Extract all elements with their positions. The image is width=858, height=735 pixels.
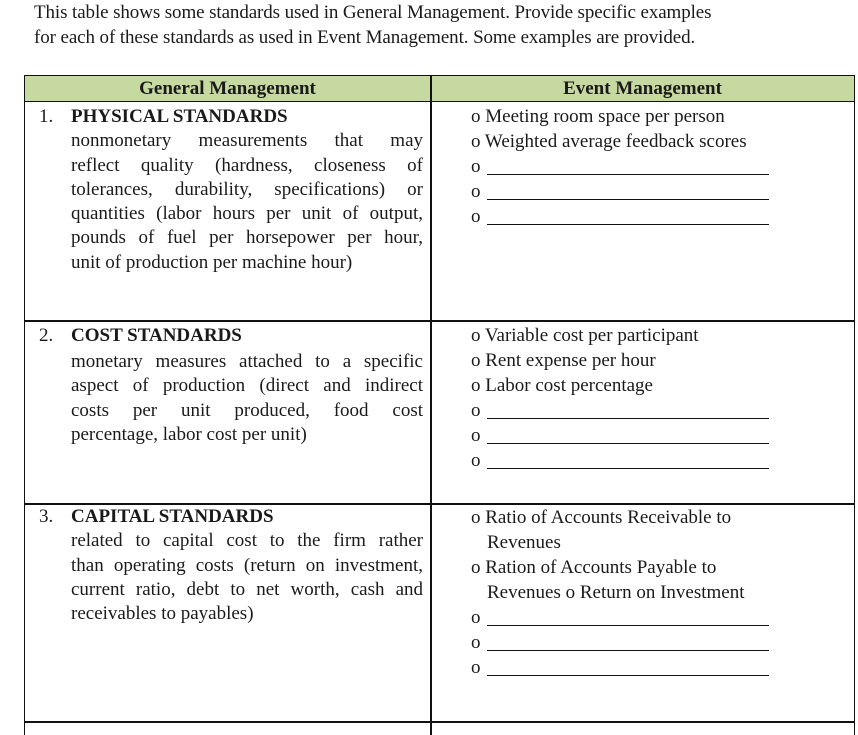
row-description: nonmonetary measurements that may reflec…: [71, 129, 423, 275]
description-line: related to capital cost to the firm rath…: [71, 530, 423, 552]
example-item: o Labor cost percentage: [471, 375, 653, 396]
example-item: o Rent expense per hour: [471, 350, 656, 371]
description-line: receivables to payables): [71, 603, 254, 625]
blank-line: [487, 650, 769, 652]
standards-table: General Management Event Management 1. P…: [24, 75, 855, 735]
blank-line: [487, 625, 769, 627]
row-title: CAPITAL STANDARDS: [71, 506, 274, 527]
blank-example-field[interactable]: o: [471, 204, 851, 229]
row-divider: [25, 721, 854, 723]
column-divider: [430, 75, 432, 735]
description-line: costs per unit produced, food cost: [71, 399, 423, 421]
bullet: o: [471, 450, 481, 471]
table-header-row: General Management Event Management: [25, 75, 854, 102]
row-divider: [25, 320, 854, 322]
row-capital-standards-right: o Ratio of Accounts Receivable to Revenu…: [471, 505, 851, 680]
blank-example-field[interactable]: o: [471, 398, 851, 423]
blank-line: [487, 174, 769, 176]
row-physical-standards-right: o Meeting room space per person o Weight…: [471, 104, 851, 229]
row-number: 1.: [39, 106, 54, 127]
blank-example-field[interactable]: o: [471, 655, 851, 680]
blank-line: [487, 675, 769, 677]
blank-line: [487, 443, 769, 445]
example-item: o Ration of Accounts Payable to Revenues…: [471, 557, 745, 603]
example-item: o Ratio of Accounts Receivable to Revenu…: [471, 507, 732, 553]
blank-example-field[interactable]: o: [471, 448, 851, 473]
row-number: 2.: [39, 325, 54, 346]
blank-example-field[interactable]: o: [471, 630, 851, 655]
bullet: o: [471, 632, 481, 653]
bullet: o: [471, 400, 481, 421]
example-item: o Variable cost per participant: [471, 325, 699, 346]
blank-example-field[interactable]: o: [471, 423, 851, 448]
example-item: o Meeting room space per person: [471, 106, 725, 127]
blank-line: [487, 468, 769, 470]
blank-line: [487, 224, 769, 226]
blank-example-field[interactable]: o: [471, 154, 851, 179]
bullet: o: [471, 425, 481, 446]
bullet: o: [471, 657, 481, 678]
row-description: related to capital cost to the firm rath…: [71, 529, 423, 626]
row-cost-standards-right: o Variable cost per participant o Rent e…: [471, 323, 851, 473]
description-line: quantities (labor hours per unit of outp…: [71, 203, 423, 225]
bullet: o: [471, 156, 481, 177]
description-line: nonmonetary measurements that may: [71, 130, 423, 152]
bullet: o: [471, 607, 481, 628]
description-line: pounds of fuel per horsepower per hour,: [71, 227, 423, 249]
header-general-management: General Management: [139, 78, 316, 99]
description-line: percentage, labor cost per unit): [71, 423, 307, 445]
description-line: than operating costs (return on investme…: [71, 554, 423, 576]
description-line: unit of production per machine hour): [71, 251, 353, 273]
description-line: monetary measures attached to a specific: [71, 351, 423, 372]
row-number: 3.: [39, 506, 54, 527]
description-line: tolerances, durability, specifications) …: [71, 178, 423, 200]
bullet: o: [471, 181, 481, 202]
instructions-line-1: This table shows some standards used in …: [34, 2, 712, 23]
description-line: current ratio, debt to net worth, cash a…: [71, 578, 423, 600]
example-item: o Weighted average feedback scores: [471, 131, 747, 152]
instructions-line-2: for each of these standards as used in E…: [34, 27, 696, 48]
row-title: PHYSICAL STANDARDS: [71, 106, 288, 127]
row-description: monetary measures attached to a specific…: [71, 350, 423, 447]
blank-example-field[interactable]: o: [471, 605, 851, 630]
bullet: o: [471, 206, 481, 227]
row-title: COST STANDARDS: [71, 325, 242, 346]
description-line: aspect of production (direct and indirec…: [71, 375, 423, 397]
blank-example-field[interactable]: o: [471, 179, 851, 204]
header-event-management: Event Management: [563, 78, 722, 99]
blank-line: [487, 199, 769, 201]
instructions: This table shows some standards used in …: [34, 0, 834, 50]
blank-line: [487, 418, 769, 420]
description-line: reflect quality (hardness, closeness of: [71, 154, 423, 176]
